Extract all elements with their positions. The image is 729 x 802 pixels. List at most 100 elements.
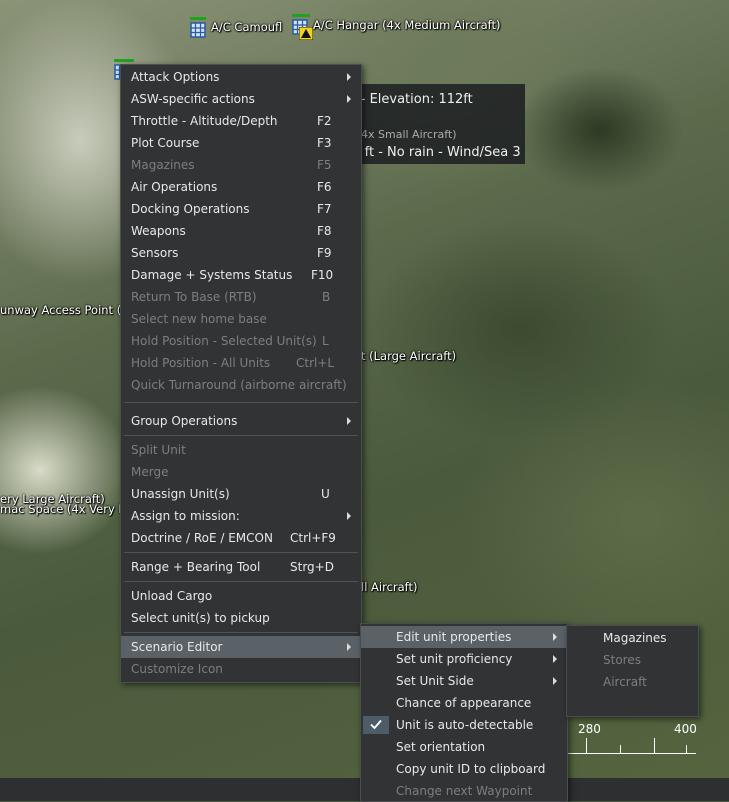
menu-separator (124, 402, 358, 403)
menu-item-chance-appearance[interactable]: Chance of appearance (361, 692, 567, 714)
unit-context-menu[interactable]: Attack Options ASW-specific actions Thro… (120, 64, 362, 683)
menu-item-group-operations[interactable]: Group Operations (121, 410, 361, 432)
menu-item-customize-icon: Customize Icon (121, 658, 361, 680)
menu-item-label: Chance of appearance (396, 696, 532, 710)
menu-item-weapons[interactable]: Weapons F8 (121, 220, 361, 242)
menu-item-set-proficiency[interactable]: Set unit proficiency (361, 648, 567, 670)
menu-shortcut: B (322, 290, 331, 304)
menu-item-label: Throttle - Altitude/Depth (131, 114, 278, 128)
submenu-arrow-icon (347, 73, 351, 81)
scale-label-280: 280 (578, 722, 601, 736)
menu-shortcut: U (321, 487, 330, 501)
menu-item-attack-options[interactable]: Attack Options (121, 66, 361, 88)
menu-item-rtb: Return To Base (RTB) B (121, 286, 361, 308)
menu-item-unload-cargo[interactable]: Unload Cargo (121, 585, 361, 607)
menu-item-magazines: Magazines F5 (121, 154, 361, 176)
unit-health-bar (114, 59, 134, 62)
menu-item-scenario-editor[interactable]: Scenario Editor (121, 636, 361, 658)
map-label-aircraft: ll Aircraft) (361, 580, 418, 594)
menu-separator (124, 581, 358, 582)
selected-unit-icon[interactable] (299, 27, 313, 40)
capacity-text: 4x Small Aircraft) (361, 128, 457, 141)
menu-shortcut: F8 (317, 224, 332, 238)
menu-item-label: Group Operations (131, 414, 238, 428)
menu-item-label: Merge (131, 465, 169, 479)
edit-properties-submenu[interactable]: Magazines Stores Aircraft (566, 625, 699, 717)
menu-shortcut: F6 (317, 180, 332, 194)
menu-item-hold-all: Hold Position - All Units Ctrl+L (121, 352, 361, 374)
menu-item-plot-course[interactable]: Plot Course F3 (121, 132, 361, 154)
submenu-arrow-icon (553, 677, 557, 685)
menu-item-label: Weapons (131, 224, 186, 238)
menu-item-label: Set unit proficiency (396, 652, 513, 666)
submenu-arrow-icon (553, 655, 557, 663)
submenu-arrow-icon (347, 95, 351, 103)
elevation-text: l - Elevation: 112ft (353, 92, 473, 107)
menu-item-label: Select new home base (131, 312, 267, 326)
map-scale-bar: 280 400 (566, 716, 698, 756)
menu-item-damage-status[interactable]: Damage + Systems Status F10 (121, 264, 361, 286)
menu-item-copy-unit-id[interactable]: Copy unit ID to clipboard (361, 758, 567, 780)
menu-item-docking-operations[interactable]: Docking Operations F7 (121, 198, 361, 220)
menu-shortcut: Ctrl+L (296, 356, 335, 370)
menu-item-unassign-units[interactable]: Unassign Unit(s) U (121, 483, 361, 505)
menu-item-label: Docking Operations (131, 202, 250, 216)
map-label-hangar: A/C Hangar (4x Medium Aircraft) (313, 18, 501, 32)
menu-separator (124, 632, 358, 633)
menu-item-label: Hold Position - All Units (131, 356, 271, 370)
unit-health-bar (292, 14, 310, 17)
submenu-arrow-icon (347, 512, 351, 520)
menu-shortcut: F2 (317, 114, 332, 128)
map-label-runway-access: unway Access Point (Me (0, 303, 139, 317)
menu-shortcut: F10 (311, 268, 334, 282)
menu-item-set-unit-side[interactable]: Set Unit Side (361, 670, 567, 692)
map-label-large-aircraft: t (Large Aircraft) (361, 349, 457, 363)
menu-item-change-waypoint: Change next Waypoint (361, 780, 567, 802)
menu-item-stores: Stores (567, 649, 698, 671)
scale-tick (654, 738, 655, 753)
menu-shortcut: Ctrl+F9 (290, 531, 336, 545)
scale-tick (620, 745, 621, 753)
menu-item-label: Select unit(s) to pickup (131, 611, 270, 625)
scenario-editor-submenu[interactable]: Edit unit properties Set unit proficienc… (360, 623, 568, 802)
menu-shortcut: F7 (317, 202, 332, 216)
menu-item-assign-mission[interactable]: Assign to mission: (121, 505, 361, 527)
menu-item-label: Quick Turnaround (airborne aircraft) (131, 378, 347, 392)
menu-shortcut: F5 (317, 158, 332, 172)
menu-item-label: Air Operations (131, 180, 218, 194)
menu-item-magazines[interactable]: Magazines (567, 627, 698, 649)
menu-item-auto-detectable[interactable]: Unit is auto-detectable (361, 714, 567, 736)
menu-shortcut: L (322, 334, 329, 348)
menu-item-label: Change next Waypoint (396, 784, 533, 798)
menu-separator (124, 435, 358, 436)
menu-separator (124, 552, 358, 553)
menu-item-edit-unit-properties[interactable]: Edit unit properties (361, 626, 567, 648)
menu-item-air-operations[interactable]: Air Operations F6 (121, 176, 361, 198)
menu-item-throttle[interactable]: Throttle - Altitude/Depth F2 (121, 110, 361, 132)
menu-item-label: Doctrine / RoE / EMCON (131, 531, 273, 545)
menu-item-aircraft: Aircraft (567, 671, 698, 693)
menu-item-quick-turnaround: Quick Turnaround (airborne aircraft) (121, 374, 361, 396)
map-label-tarmac-space: mac Space (4x Very La (0, 502, 132, 516)
unit-health-bar (190, 17, 206, 20)
facility-icon[interactable] (190, 22, 206, 38)
menu-item-hold-selected: Hold Position - Selected Unit(s) L (121, 330, 361, 352)
menu-item-label: Unit is auto-detectable (396, 718, 534, 732)
menu-shortcut: Strg+D (290, 560, 334, 574)
menu-item-label: Attack Options (131, 70, 220, 84)
menu-item-label: Scenario Editor (131, 640, 223, 654)
submenu-arrow-icon (347, 643, 351, 651)
menu-item-doctrine[interactable]: Doctrine / RoE / EMCON Ctrl+F9 (121, 527, 361, 549)
menu-item-set-orientation[interactable]: Set orientation (361, 736, 567, 758)
scale-tick (686, 745, 687, 753)
menu-item-sensors[interactable]: Sensors F9 (121, 242, 361, 264)
menu-item-label: Unload Cargo (131, 589, 213, 603)
menu-item-asw-actions[interactable]: ASW-specific actions (121, 88, 361, 110)
menu-item-range-bearing[interactable]: Range + Bearing Tool Strg+D (121, 556, 361, 578)
weather-text: k ft - No rain - Wind/Sea 3 (353, 145, 521, 160)
menu-item-label: Stores (603, 653, 641, 667)
scale-line (566, 753, 696, 754)
menu-item-label: Aircraft (603, 675, 647, 689)
menu-item-select-pickup[interactable]: Select unit(s) to pickup (121, 607, 361, 629)
menu-item-label: Return To Base (RTB) (131, 290, 257, 304)
